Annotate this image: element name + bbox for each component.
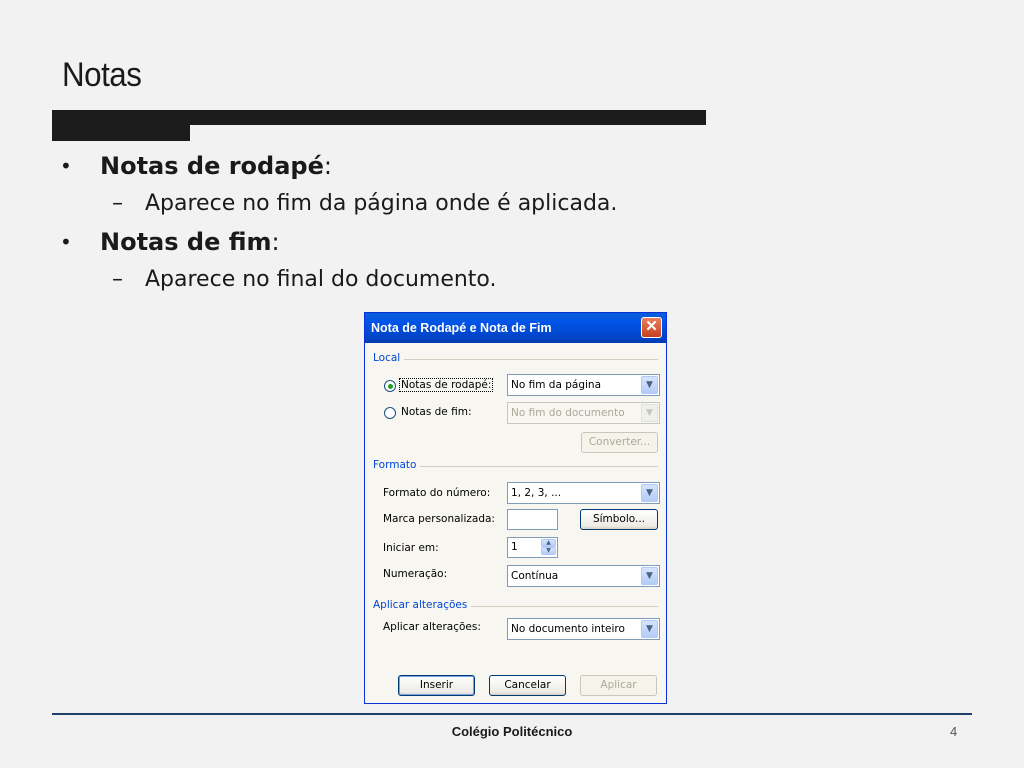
cancel-button[interactable]: Cancelar: [489, 675, 566, 696]
page-number: 4: [950, 724, 958, 739]
footnotes-radio[interactable]: [384, 380, 396, 392]
bullet-suffix: :: [271, 228, 280, 256]
start-at-value: 1: [511, 541, 518, 553]
bullet-item: • Notas de fim:: [60, 224, 617, 262]
custom-mark-label: Marca personalizada:: [383, 513, 495, 525]
footnotes-location-select[interactable]: No fim da página ▼: [507, 374, 660, 396]
spin-up-icon[interactable]: ▲: [541, 539, 556, 547]
chevron-down-icon[interactable]: ▼: [641, 567, 658, 585]
footnote-dialog: Nota de Rodapé e Nota de Fim ✕ Local Not…: [364, 312, 667, 704]
symbol-button[interactable]: Símbolo...: [580, 509, 658, 530]
close-icon[interactable]: ✕: [641, 317, 662, 338]
sub-bullet-item: – Aparece no fim da página onde é aplica…: [60, 186, 617, 224]
footnotes-location-value: No fim da página: [511, 379, 602, 391]
footnotes-label[interactable]: Notas de rodapé:: [398, 378, 494, 392]
numbering-label: Numeração:: [383, 568, 448, 580]
endnotes-radio[interactable]: [384, 407, 396, 419]
start-at-label: Iniciar em:: [383, 542, 439, 554]
chevron-down-icon[interactable]: ▼: [641, 376, 658, 394]
bullet-list: • Notas de rodapé: – Aparece no fim da p…: [60, 148, 617, 300]
numbering-value: Contínua: [511, 570, 559, 582]
group-label-apply: Aplicar alterações: [373, 599, 472, 611]
dash-icon: –: [112, 191, 123, 216]
apply-to-label: Aplicar alterações:: [383, 621, 481, 633]
group-label-format: Formato: [373, 459, 421, 471]
dialog-title-bar[interactable]: Nota de Rodapé e Nota de Fim ✕: [365, 313, 666, 343]
dialog-title: Nota de Rodapé e Nota de Fim: [371, 321, 552, 335]
footer-divider: [52, 713, 972, 715]
apply-button: Aplicar: [580, 675, 657, 696]
insert-button[interactable]: Inserir: [398, 675, 475, 696]
title-accent-bar: [52, 110, 190, 141]
bullet-label: Notas de fim: [100, 228, 272, 256]
chevron-down-icon[interactable]: ▼: [641, 620, 658, 638]
group-divider: [373, 359, 658, 360]
spinner-arrows[interactable]: ▲ ▼: [541, 539, 556, 556]
apply-to-select[interactable]: No documento inteiro ▼: [507, 618, 660, 640]
endnotes-label[interactable]: Notas de fim:: [401, 406, 471, 418]
dialog-body: Local Notas de rodapé: No fim da página …: [365, 343, 666, 703]
slide-title: Notas: [62, 56, 142, 94]
endnotes-location-select: No fim do documento ▼: [507, 402, 660, 424]
chevron-down-icon: ▼: [641, 404, 658, 422]
group-label-local: Local: [373, 352, 405, 364]
convert-button: Converter...: [581, 432, 658, 453]
sub-bullet-text: Aparece no fim da página onde é aplicada…: [145, 191, 618, 216]
bullet-suffix: :: [323, 152, 332, 180]
sub-bullet-text: Aparece no final do documento.: [145, 267, 497, 292]
sub-bullet-item: – Aparece no final do documento.: [60, 262, 617, 300]
chevron-down-icon[interactable]: ▼: [641, 484, 658, 502]
footer-text: Colégio Politécnico: [451, 724, 573, 739]
bullet-item: • Notas de rodapé:: [60, 148, 617, 186]
bullet-icon: •: [60, 230, 72, 254]
number-format-label: Formato do número:: [383, 487, 491, 499]
start-at-spinner[interactable]: 1 ▲ ▼: [507, 537, 558, 558]
spin-down-icon[interactable]: ▼: [541, 547, 556, 555]
numbering-select[interactable]: Contínua ▼: [507, 565, 660, 587]
bullet-icon: •: [60, 154, 72, 178]
bullet-label: Notas de rodapé: [100, 152, 324, 180]
number-format-select[interactable]: 1, 2, 3, ... ▼: [507, 482, 660, 504]
custom-mark-input[interactable]: [507, 509, 558, 530]
endnotes-location-value: No fim do documento: [511, 407, 625, 419]
number-format-value: 1, 2, 3, ...: [511, 487, 562, 499]
apply-to-value: No documento inteiro: [511, 623, 625, 635]
dash-icon: –: [112, 267, 123, 292]
